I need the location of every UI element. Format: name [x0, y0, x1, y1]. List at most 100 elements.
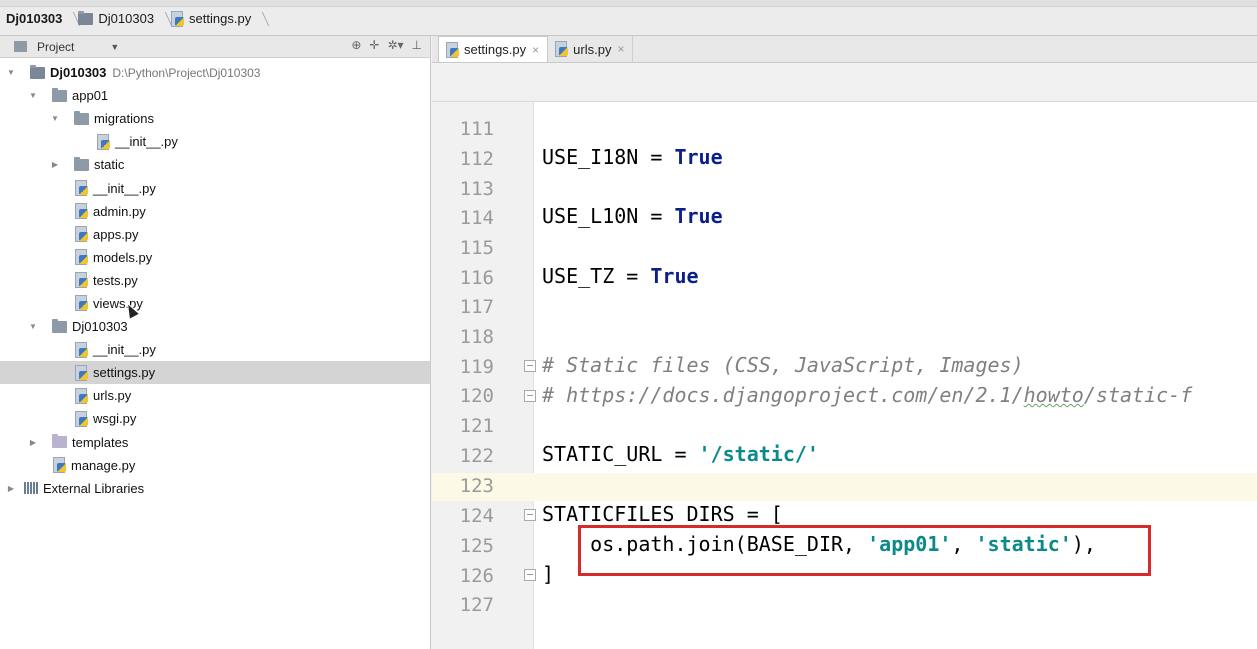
gear-icon[interactable]: ✲▾	[387, 38, 403, 52]
tree-item-label: admin.py	[93, 203, 146, 219]
breadcrumb-project[interactable]: Dj010303	[4, 8, 66, 30]
tree-item-migrations[interactable]: ▼ migrations	[0, 107, 430, 130]
python-file-icon	[96, 133, 110, 150]
code-text: USE_TZ =	[542, 264, 651, 288]
breadcrumb-file[interactable]: settings.py	[168, 8, 255, 30]
line-number: 118	[459, 326, 494, 348]
tree-item-templates[interactable]: ▶ templates	[0, 431, 430, 454]
line-number: 112	[459, 148, 494, 170]
fold-marker-icon[interactable]	[524, 390, 536, 402]
project-panel: Project ▼ ⊕ ✛ ✲▾ ⊥ ▼ Dj010303 D:\Python\…	[0, 36, 431, 649]
tree-item-file[interactable]: __init__.py	[0, 130, 430, 153]
fold-marker-icon[interactable]	[524, 509, 536, 521]
tree-item-static[interactable]: ▶ static	[0, 153, 430, 176]
tree-item-external-libraries[interactable]: ▶ External Libraries	[0, 477, 430, 500]
expand-arrow-icon[interactable]: ▼	[28, 322, 38, 331]
expand-arrow-icon[interactable]: ▶	[6, 484, 16, 493]
python-file-icon	[74, 272, 88, 289]
tree-item-dj010303[interactable]: ▼ Dj010303	[0, 315, 430, 338]
tree-item-file[interactable]: __init__.py	[0, 338, 430, 361]
fold-marker-icon[interactable]	[524, 569, 536, 581]
breadcrumb-module[interactable]: Dj010303	[76, 8, 158, 30]
tab-label: urls.py	[573, 41, 612, 57]
expand-arrow-icon[interactable]: ▶	[50, 160, 60, 169]
line-number: 124	[459, 505, 494, 527]
python-file-icon	[74, 203, 88, 220]
expand-arrow-icon[interactable]: ▼	[6, 68, 16, 77]
line-number: 111	[459, 118, 494, 140]
tree-item-file[interactable]: views.py	[0, 292, 430, 315]
breadcrumb-separator	[158, 8, 168, 30]
tree-item-label: urls.py	[93, 388, 132, 404]
tree-item-file[interactable]: models.py	[0, 246, 430, 269]
line-number: 116	[459, 267, 494, 289]
tree-item-label: templates	[72, 434, 129, 450]
editor-tabs: settings.py × urls.py ×	[432, 36, 1257, 63]
breadcrumb-project-label: Dj010303	[6, 11, 63, 26]
line-number: 115	[459, 237, 494, 259]
expand-arrow-icon[interactable]: ▼	[28, 91, 38, 100]
tree-item-label: tests.py	[93, 272, 138, 288]
project-tree: ▼ Dj010303 D:\Python\Project\Dj010303 ▼ …	[0, 58, 430, 500]
folder-icon	[74, 156, 89, 171]
editor-header-area	[432, 64, 1257, 102]
project-panel-title[interactable]: Project	[37, 40, 74, 54]
project-panel-tools: ⊕ ✛ ✲▾ ⊥	[351, 38, 422, 52]
fold-marker-icon[interactable]	[524, 360, 536, 372]
tree-item-file[interactable]: wsgi.py	[0, 407, 430, 430]
line-number: 113	[459, 178, 494, 200]
tree-item-label: External Libraries	[43, 480, 145, 496]
code-text: USE_L10N =	[542, 204, 675, 228]
code-line: USE_I18N = True	[542, 145, 723, 169]
tree-item-file[interactable]: __init__.py	[0, 176, 430, 199]
expand-arrow-icon[interactable]: ▼	[50, 114, 60, 123]
code-line: STATIC_URL = '/static/'	[542, 442, 819, 466]
code-comment: # https://docs.djangoproject.com/en/2.1/…	[542, 383, 1192, 407]
hide-icon[interactable]: ⊥	[412, 38, 422, 52]
code-comment: # Static files (CSS, JavaScript, Images)	[542, 353, 1024, 377]
line-number: 122	[459, 445, 494, 467]
target-icon[interactable]: ⊕	[351, 38, 361, 52]
tree-item-file[interactable]: admin.py	[0, 200, 430, 223]
tab-urls[interactable]: urls.py ×	[548, 36, 634, 62]
project-panel-header: Project ▼ ⊕ ✛ ✲▾ ⊥	[0, 36, 430, 58]
close-icon[interactable]: ×	[617, 42, 624, 56]
line-number: 120	[459, 385, 494, 407]
tree-item-file[interactable]: apps.py	[0, 223, 430, 246]
line-number: 127	[459, 594, 494, 616]
code-text: /static-f	[1083, 383, 1193, 407]
line-number: 125	[459, 535, 494, 557]
code-line: USE_L10N = True	[542, 204, 723, 228]
tree-item-label: app01	[72, 88, 109, 104]
tree-item-label: manage.py	[71, 457, 136, 473]
line-number: 126	[459, 565, 494, 587]
tree-item-label: apps.py	[93, 226, 139, 242]
folder-icon	[78, 10, 94, 25]
collapse-icon[interactable]: ✛	[369, 38, 379, 52]
expand-arrow-icon[interactable]: ▶	[28, 438, 38, 447]
tree-item-project-root[interactable]: ▼ Dj010303 D:\Python\Project\Dj010303	[0, 61, 430, 84]
chevron-down-icon[interactable]: ▼	[110, 42, 119, 52]
tree-item-label: Dj010303	[50, 65, 107, 81]
tree-item-label: __init__.py	[115, 134, 178, 150]
line-number: 119	[459, 356, 494, 378]
line-number: 117	[459, 296, 494, 318]
folder-icon	[52, 87, 67, 102]
python-file-icon	[170, 10, 185, 27]
python-file-icon	[74, 364, 88, 381]
line-number: 123	[459, 475, 494, 497]
python-file-icon	[74, 410, 88, 427]
tree-item-file[interactable]: manage.py	[0, 454, 430, 477]
tree-item-file[interactable]: urls.py	[0, 384, 430, 407]
tree-item-label: settings.py	[93, 365, 156, 381]
tree-item-label: __init__.py	[93, 342, 156, 358]
tab-settings[interactable]: settings.py ×	[438, 36, 549, 62]
tree-item-settings-selected[interactable]: settings.py	[0, 361, 430, 385]
close-icon[interactable]: ×	[532, 43, 539, 57]
breadcrumb-separator	[66, 8, 76, 30]
tree-item-app01[interactable]: ▼ app01	[0, 84, 430, 107]
python-file-icon	[554, 41, 569, 57]
tree-item-file[interactable]: tests.py	[0, 269, 430, 292]
code-string: '/static/'	[698, 442, 819, 466]
annotation-highlight-box	[578, 525, 1151, 576]
